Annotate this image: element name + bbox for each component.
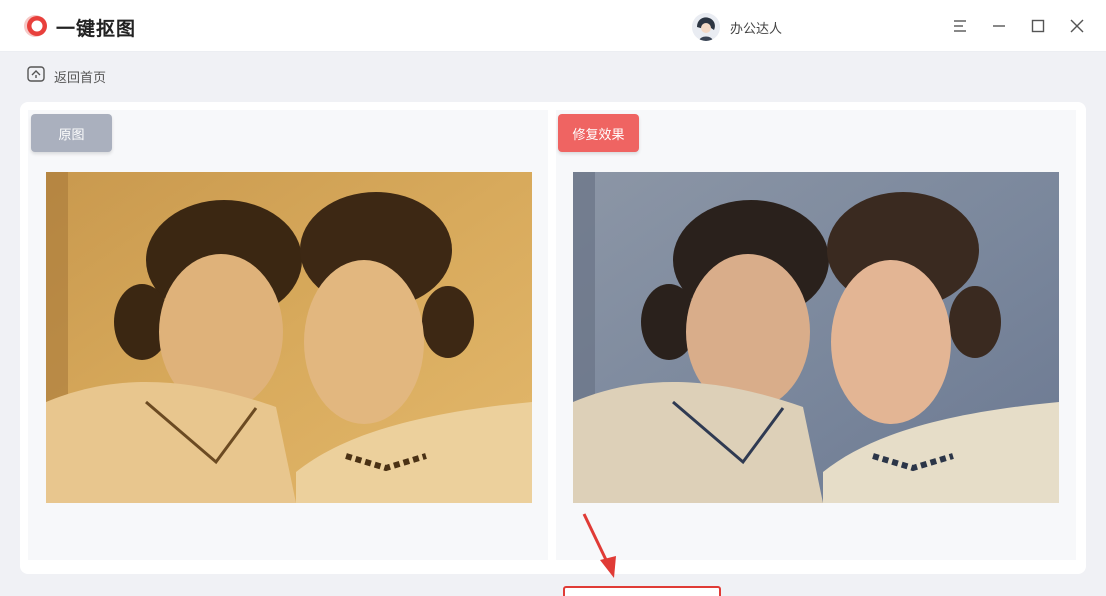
maximize-icon[interactable] (1024, 12, 1052, 40)
close-icon[interactable] (1063, 12, 1091, 40)
original-tab-button[interactable]: 原图 (31, 114, 112, 152)
app-logo-icon (22, 13, 50, 39)
restored-panel: 修复效果 (556, 110, 1076, 560)
user-name: 办公达人 (730, 20, 783, 36)
original-panel: 原图 (28, 110, 548, 560)
menu-icon[interactable] (946, 12, 974, 40)
restored-tab-button[interactable]: 修复效果 (558, 114, 639, 152)
annotation-arrow-icon (578, 512, 622, 582)
app-title: 一键抠图 (56, 19, 137, 40)
back-home-link[interactable]: 返回首页 (26, 65, 106, 87)
minimize-icon[interactable] (985, 12, 1013, 40)
original-photo (46, 172, 532, 503)
highlighted-action-button[interactable] (563, 586, 721, 596)
user-profile[interactable]: 办公达人 (692, 12, 782, 42)
avatar-icon (692, 13, 720, 41)
comparison-card: 原图 修复效果 (20, 102, 1086, 574)
back-home-label: 返回首页 (54, 69, 107, 85)
restored-photo (573, 172, 1059, 503)
home-icon (26, 64, 46, 89)
title-bar: 一键抠图 办公达人 (0, 0, 1106, 52)
